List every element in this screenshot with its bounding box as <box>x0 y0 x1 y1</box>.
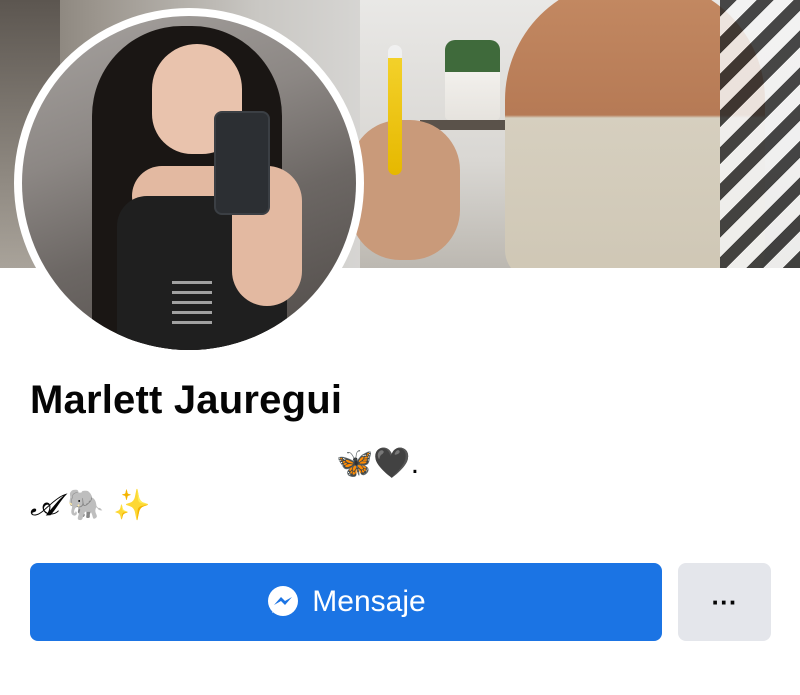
messenger-icon <box>268 586 299 616</box>
profile-page: Marlett Jauregui 🦋🖤. 𝓐 🐘 ✨ Mensaje ··· <box>0 0 800 695</box>
message-button[interactable]: Mensaje <box>30 563 662 641</box>
avatar-lace <box>172 281 212 331</box>
bio-line-1: 🦋🖤. <box>336 447 420 480</box>
profile-avatar[interactable] <box>22 16 356 350</box>
bio-emoji: 🐘 ✨ <box>58 489 151 522</box>
bio-letter: 𝓐 <box>30 488 59 523</box>
more-icon: ··· <box>711 586 738 617</box>
cover-plant <box>445 40 500 120</box>
profile-name: Marlett Jauregui <box>30 378 343 422</box>
cover-toothbrush <box>388 45 402 175</box>
bio-line-2: 𝓐 🐘 ✨ <box>30 488 150 523</box>
message-button-label: Mensaje <box>312 585 426 618</box>
more-options-button[interactable]: ··· <box>678 563 771 641</box>
cover-curtain-pattern <box>720 0 800 268</box>
cover-hands <box>350 120 460 260</box>
avatar-phone <box>214 111 270 215</box>
